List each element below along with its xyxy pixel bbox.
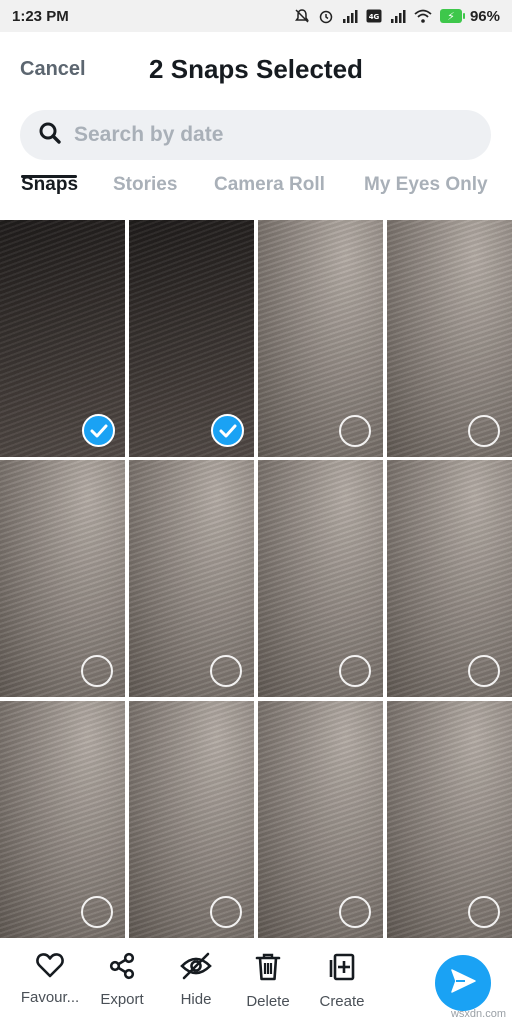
active-tab-indicator bbox=[21, 175, 77, 178]
unselected-circle-icon[interactable] bbox=[210, 896, 242, 928]
heart-icon bbox=[36, 952, 64, 983]
snap-thumbnail[interactable] bbox=[387, 701, 512, 938]
snap-grid bbox=[0, 220, 512, 938]
create-button[interactable]: Create bbox=[307, 952, 377, 1010]
trash-icon bbox=[254, 952, 282, 987]
selected-check-icon[interactable] bbox=[82, 414, 115, 447]
unselected-circle-icon[interactable] bbox=[339, 896, 371, 928]
status-time: 1:23 PM bbox=[12, 7, 69, 25]
snap-thumbnail[interactable] bbox=[258, 460, 383, 697]
hide-label: Hide bbox=[180, 991, 212, 1008]
send-button[interactable] bbox=[435, 955, 491, 1011]
hide-button[interactable]: Hide bbox=[161, 952, 231, 1008]
unselected-circle-icon[interactable] bbox=[210, 655, 242, 687]
eye-off-icon bbox=[180, 952, 212, 985]
selected-check-icon[interactable] bbox=[211, 414, 244, 447]
bottom-action-bar: Favour... Export Hide Delete Create wsxd… bbox=[0, 938, 512, 1024]
mute-bell-icon bbox=[294, 8, 310, 24]
add-story-icon bbox=[328, 952, 356, 987]
export-button[interactable]: Export bbox=[87, 952, 157, 1008]
delete-button[interactable]: Delete bbox=[233, 952, 303, 1010]
snap-thumbnail[interactable] bbox=[387, 220, 512, 457]
watermark: wsxdn.com bbox=[450, 1008, 506, 1020]
signal-icon bbox=[390, 9, 406, 23]
create-label: Create bbox=[319, 993, 365, 1010]
tab-stories[interactable]: Stories bbox=[113, 174, 177, 196]
snap-thumbnail[interactable] bbox=[129, 460, 254, 697]
snap-thumbnail[interactable] bbox=[387, 460, 512, 697]
share-icon bbox=[108, 952, 136, 985]
tab-camera-roll[interactable]: Camera Roll bbox=[214, 174, 325, 196]
status-icons: 4G ⚡ 96% bbox=[294, 8, 500, 25]
page-title: 2 Snaps Selected bbox=[149, 54, 363, 84]
delete-label: Delete bbox=[246, 993, 290, 1010]
volte-icon: 4G bbox=[366, 9, 382, 23]
tab-bar: Snaps Stories Camera Roll My Eyes Only bbox=[0, 174, 512, 220]
snap-thumbnail[interactable] bbox=[129, 701, 254, 938]
battery-percent: 96% bbox=[469, 7, 500, 25]
unselected-circle-icon[interactable] bbox=[81, 896, 113, 928]
signal-icon bbox=[342, 9, 358, 23]
wifi-icon bbox=[414, 9, 432, 23]
search-bar[interactable] bbox=[20, 110, 491, 160]
snap-thumbnail[interactable] bbox=[258, 220, 383, 457]
battery-charging-icon: ⚡ bbox=[439, 9, 465, 23]
unselected-circle-icon[interactable] bbox=[339, 655, 371, 687]
favourite-button[interactable]: Favour... bbox=[15, 952, 85, 1006]
unselected-circle-icon[interactable] bbox=[81, 655, 113, 687]
header: Cancel 2 Snaps Selected Snaps Stories Ca… bbox=[0, 32, 512, 220]
snap-thumbnail[interactable] bbox=[0, 220, 125, 457]
snap-thumbnail[interactable] bbox=[129, 220, 254, 457]
unselected-circle-icon[interactable] bbox=[468, 655, 500, 687]
status-bar: 1:23 PM 4G ⚡ 96% bbox=[0, 0, 512, 32]
search-input[interactable] bbox=[74, 123, 454, 147]
alarm-icon bbox=[318, 8, 334, 24]
search-icon bbox=[38, 121, 62, 150]
snap-thumbnail[interactable] bbox=[0, 701, 125, 938]
snap-thumbnail[interactable] bbox=[258, 701, 383, 938]
favourite-label: Favour... bbox=[20, 989, 80, 1006]
tab-my-eyes-only[interactable]: My Eyes Only bbox=[364, 174, 488, 196]
unselected-circle-icon[interactable] bbox=[468, 896, 500, 928]
export-label: Export bbox=[100, 991, 144, 1008]
send-arrow-icon bbox=[448, 966, 478, 1001]
unselected-circle-icon[interactable] bbox=[468, 415, 500, 447]
snap-thumbnail[interactable] bbox=[0, 460, 125, 697]
svg-text:4G: 4G bbox=[369, 13, 380, 21]
unselected-circle-icon[interactable] bbox=[339, 415, 371, 447]
